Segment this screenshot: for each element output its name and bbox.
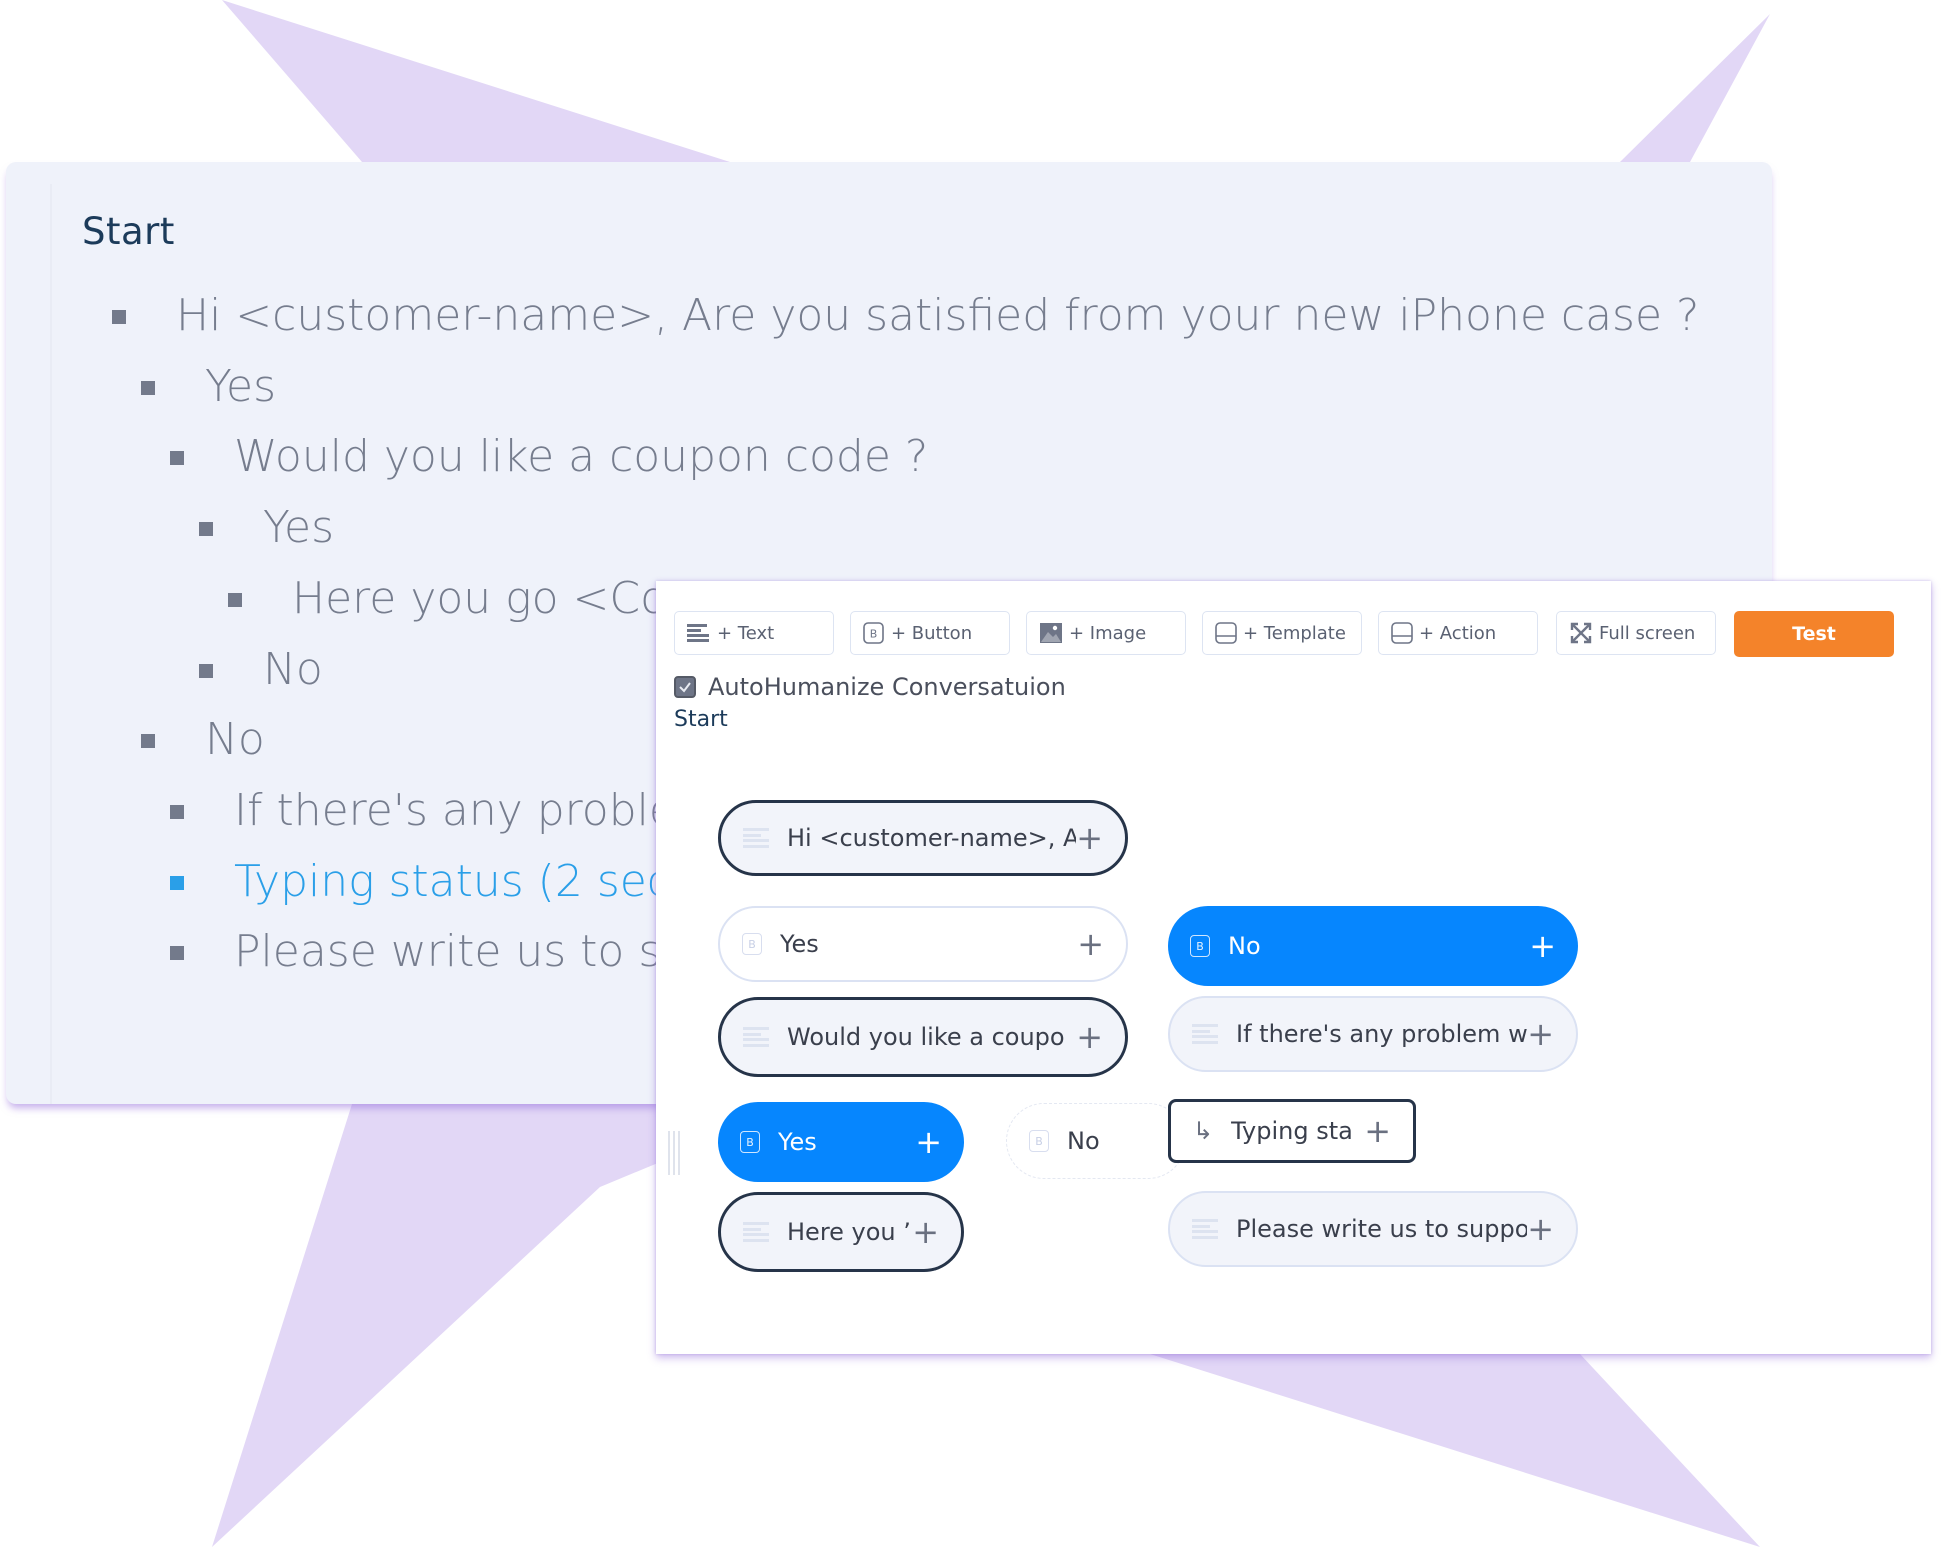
- autohumanize-option[interactable]: AutoHumanize Conversatuion: [674, 673, 1066, 701]
- text-lines-icon: [687, 624, 709, 642]
- button-b-icon: B: [863, 622, 884, 644]
- node-no-coupon-button[interactable]: B No: [1006, 1103, 1186, 1179]
- outline-item-text: Yes: [205, 360, 277, 412]
- node-coupon-question[interactable]: Would you like a coupo +: [718, 997, 1128, 1077]
- node-yes-coupon-text: Yes: [778, 1128, 817, 1156]
- add-text-button[interactable]: + Text: [674, 611, 834, 655]
- add-button-button[interactable]: B + Button: [850, 611, 1010, 655]
- test-button[interactable]: Test: [1734, 611, 1894, 657]
- node-write-support-text: Please write us to suppo: [1236, 1215, 1528, 1243]
- bullet-icon: [141, 734, 155, 749]
- add-action-button[interactable]: + Action: [1378, 611, 1538, 655]
- text-lines-icon: [1192, 1024, 1218, 1044]
- add-child-icon[interactable]: +: [1527, 1213, 1554, 1245]
- outline-item-text: Typing status (2 sec: [234, 855, 672, 907]
- redirect-arrow-icon: ↳: [1193, 1117, 1214, 1145]
- autohumanize-checkbox[interactable]: [674, 676, 696, 698]
- expand-arrows-icon: [1570, 622, 1592, 644]
- text-lines-icon: [743, 1027, 769, 1047]
- flow-builder-panel: + Text B + Button + Image + Template + A…: [656, 581, 1931, 1354]
- add-child-icon[interactable]: +: [912, 1216, 939, 1248]
- outline-item-text: No: [205, 714, 265, 766]
- bullet-icon: [170, 451, 184, 466]
- bullet-icon: [199, 663, 213, 678]
- bullet-icon: [141, 380, 155, 395]
- drag-handle[interactable]: [668, 1131, 680, 1175]
- add-child-icon[interactable]: +: [1076, 822, 1103, 854]
- bullet-icon: [170, 875, 184, 890]
- node-greeting[interactable]: Hi <customer-name>, A +: [718, 800, 1128, 876]
- outline-item[interactable]: No: [199, 644, 323, 695]
- add-child-icon[interactable]: +: [915, 1126, 942, 1158]
- node-no-coupon-text: No: [1067, 1127, 1100, 1155]
- button-b-icon: B: [740, 1131, 760, 1153]
- outline-title: Start: [82, 210, 175, 253]
- add-action-label: + Action: [1419, 622, 1497, 644]
- node-problem-text[interactable]: If there's any problem w +: [1168, 996, 1578, 1072]
- node-yes-text: Yes: [780, 930, 819, 958]
- add-child-icon[interactable]: +: [1076, 1021, 1103, 1053]
- add-template-button[interactable]: + Template: [1202, 611, 1362, 655]
- add-child-icon[interactable]: +: [1527, 1018, 1554, 1050]
- bullet-icon: [228, 592, 242, 607]
- button-b-icon: B: [1190, 935, 1210, 957]
- node-here-you-go-text: Here you ’: [787, 1218, 911, 1246]
- bullet-icon: [112, 310, 126, 324]
- action-icon: [1391, 622, 1413, 644]
- flow-start-label: Start: [674, 707, 728, 732]
- add-child-icon[interactable]: +: [1077, 928, 1104, 960]
- add-image-button[interactable]: + Image: [1026, 611, 1186, 655]
- outline-item-text: Would you like a coupon code ?: [234, 431, 929, 483]
- node-no-button[interactable]: B No +: [1168, 906, 1578, 986]
- node-here-you-go[interactable]: Here you ’ +: [718, 1192, 964, 1272]
- node-typing-text: Typing sta: [1231, 1117, 1353, 1145]
- bullet-icon: [170, 946, 184, 961]
- button-b-icon: B: [1029, 1130, 1049, 1152]
- text-lines-icon: [743, 828, 769, 848]
- button-b-icon: B: [742, 933, 762, 955]
- node-yes-button[interactable]: B Yes +: [718, 906, 1128, 982]
- bullet-icon: [170, 804, 184, 819]
- outline-item-text: No: [263, 643, 323, 695]
- text-lines-icon: [743, 1222, 769, 1242]
- bullet-icon: [199, 522, 213, 537]
- outline-item[interactable]: Typing status (2 sec: [170, 856, 671, 907]
- node-typing-status[interactable]: ↳ Typing sta +: [1168, 1099, 1416, 1163]
- outline-item-text: Yes: [263, 502, 335, 554]
- outline-item-text: If there's any proble: [234, 784, 676, 836]
- add-child-icon[interactable]: +: [1529, 930, 1556, 962]
- add-image-label: + Image: [1069, 622, 1147, 644]
- outline-item-text: Here you go <Co: [292, 572, 667, 624]
- outline-item[interactable]: Hi <customer-name>, Are you satisfied fr…: [112, 290, 1699, 341]
- outline-item[interactable]: Here you go <Co: [228, 573, 667, 624]
- node-problem-text-label: If there's any problem w: [1236, 1020, 1528, 1048]
- node-greeting-text: Hi <customer-name>, A: [787, 824, 1077, 852]
- node-yes-coupon-button[interactable]: B Yes +: [718, 1102, 964, 1182]
- add-button-label: + Button: [891, 622, 973, 644]
- text-lines-icon: [1192, 1219, 1218, 1239]
- outline-item-text: Hi <customer-name>, Are you satisfied fr…: [176, 290, 1700, 341]
- check-icon: [679, 682, 691, 693]
- node-coupon-text: Would you like a coupo: [787, 1023, 1065, 1051]
- outline-item[interactable]: Yes: [141, 361, 276, 412]
- node-write-support[interactable]: Please write us to suppo +: [1168, 1191, 1578, 1267]
- outline-item[interactable]: Would you like a coupon code ?: [170, 431, 928, 482]
- add-text-label: + Text: [717, 622, 775, 644]
- outline-item[interactable]: If there's any proble: [170, 785, 676, 836]
- outline-item[interactable]: No: [141, 714, 265, 765]
- outline-item-text: Please write us to su: [234, 926, 690, 978]
- add-template-label: + Template: [1243, 622, 1346, 644]
- full-screen-label: Full screen: [1599, 622, 1696, 644]
- full-screen-button[interactable]: Full screen: [1556, 611, 1716, 655]
- panel-edge: [50, 184, 52, 1104]
- svg-text:B: B: [870, 628, 878, 641]
- node-no-text: No: [1228, 932, 1261, 960]
- template-icon: [1215, 622, 1237, 644]
- outline-item[interactable]: Yes: [199, 502, 334, 553]
- add-child-icon[interactable]: +: [1364, 1115, 1391, 1147]
- autohumanize-label: AutoHumanize Conversatuion: [708, 673, 1066, 701]
- image-icon: [1040, 623, 1062, 643]
- outline-item[interactable]: Please write us to su: [170, 926, 689, 977]
